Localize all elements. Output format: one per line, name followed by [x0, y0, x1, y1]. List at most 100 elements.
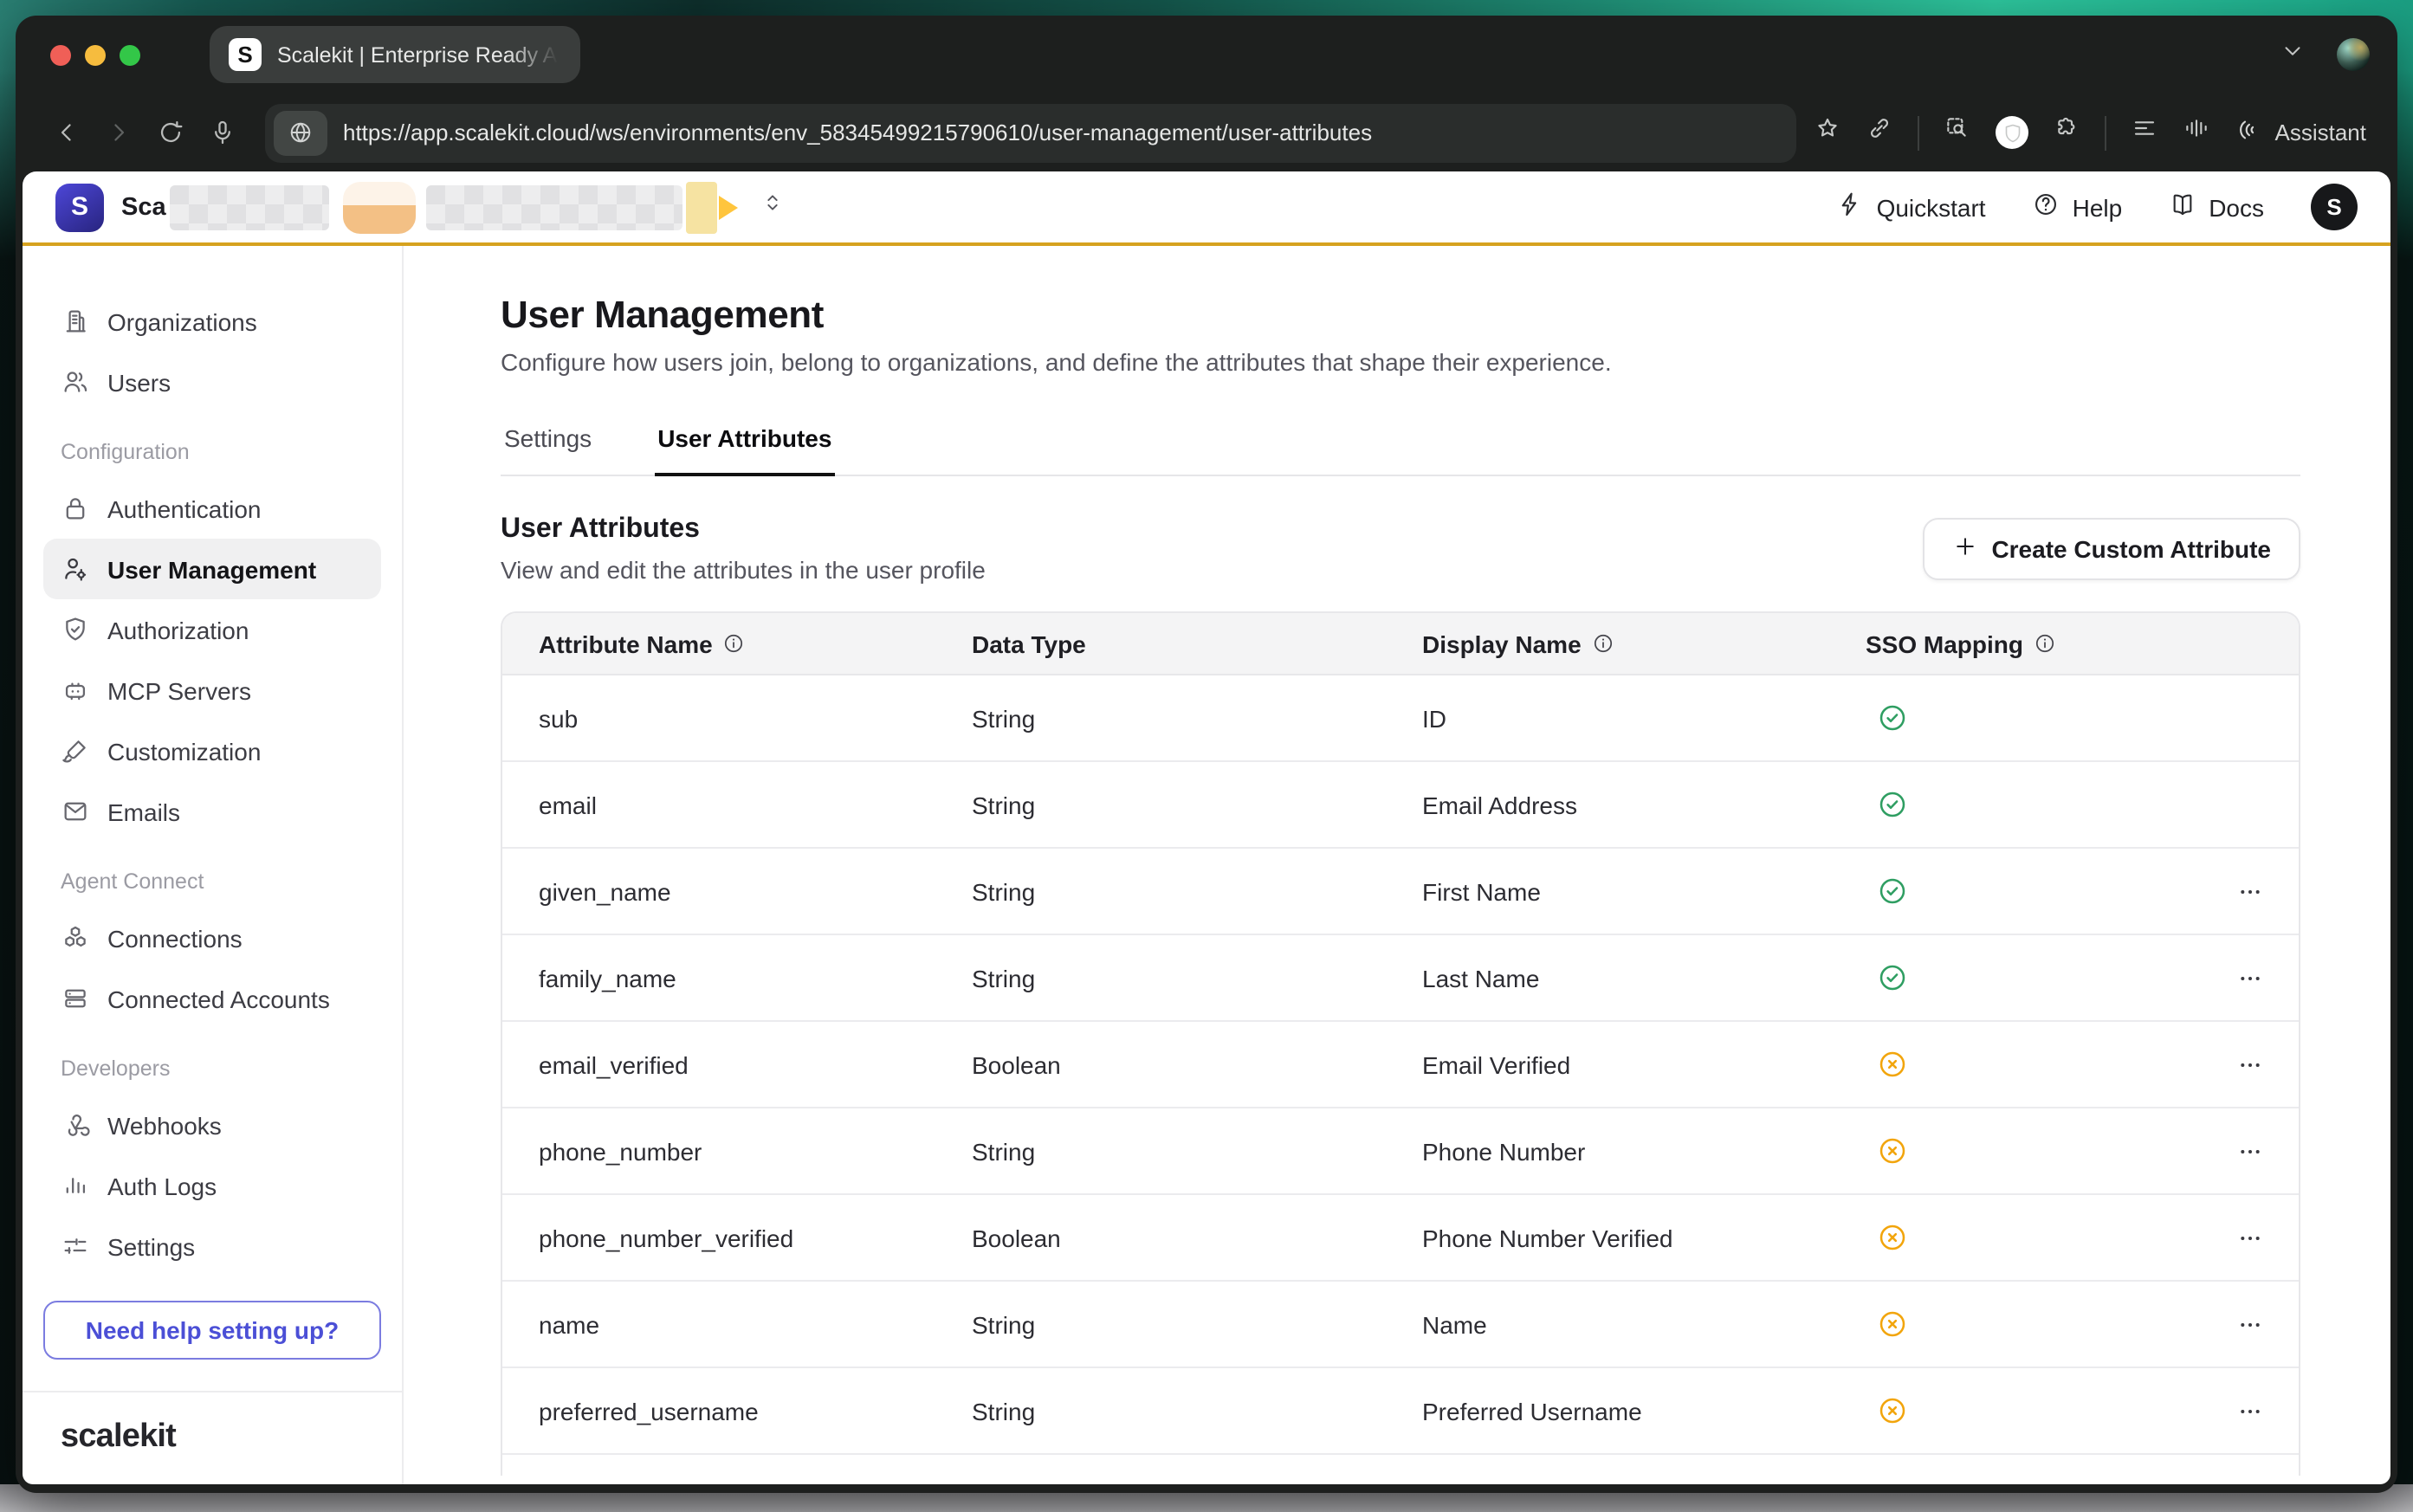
- table-row: email_verifiedBooleanEmail Verified: [502, 1022, 2299, 1108]
- sidebar-item-label: Emails: [107, 798, 180, 825]
- page-subtitle: Configure how users join, belong to orga…: [501, 348, 2300, 376]
- maximize-button[interactable]: [120, 44, 140, 65]
- microphone-icon[interactable]: [196, 107, 248, 158]
- table-row: phone_numberStringPhone Number: [502, 1108, 2299, 1195]
- browser-tab[interactable]: S Scalekit | Enterprise Ready A: [210, 26, 580, 83]
- sidebar-item-label: Users: [107, 368, 171, 396]
- data-type-cell: String: [972, 877, 1422, 905]
- minimize-button[interactable]: [85, 44, 106, 65]
- row-actions-button[interactable]: [2229, 870, 2271, 912]
- waveform-icon[interactable]: [2183, 114, 2211, 151]
- cubes-icon: [61, 923, 90, 953]
- user-attributes-table: Attribute Name Data Type Display Name SS…: [501, 611, 2300, 1476]
- assistant-label: Assistant: [2275, 120, 2367, 145]
- sidebar-item-users[interactable]: Users: [43, 352, 381, 412]
- display-name-cell: Email Verified: [1422, 1050, 1866, 1078]
- bar-chart-icon: [61, 1171, 90, 1200]
- sidebar-item-auth-logs[interactable]: Auth Logs: [43, 1155, 381, 1216]
- docs-button[interactable]: Docs: [2169, 191, 2264, 223]
- warning-triangle-icon: [719, 195, 738, 219]
- chevrons-up-down-icon: [738, 191, 785, 223]
- scalekit-logo: S: [55, 183, 104, 231]
- desktop: S Scalekit | Enterprise Ready A https://…: [0, 0, 2413, 1512]
- bitwarden-extension-icon[interactable]: [1996, 116, 2029, 149]
- help-button[interactable]: Help: [2033, 191, 2123, 223]
- info-icon[interactable]: [723, 632, 746, 655]
- sidebar-item-label: Customization: [107, 737, 261, 765]
- attribute-name-cell: email_verified: [539, 1050, 972, 1078]
- row-actions-button[interactable]: [2229, 1044, 2271, 1085]
- sso-unmapped-x-icon: [1876, 1394, 1909, 1427]
- create-custom-attribute-label: Create Custom Attribute: [1991, 535, 2271, 563]
- sidebar-item-mcp-servers[interactable]: MCP Servers: [43, 660, 381, 720]
- browser-profile-avatar[interactable]: [2337, 38, 2370, 71]
- sidebar-nav: OrganizationsUsersConfigurationAuthentic…: [43, 291, 381, 1276]
- workspace-switcher[interactable]: S Sca: [55, 181, 785, 233]
- reading-list-icon[interactable]: [2132, 114, 2159, 151]
- quickstart-label: Quickstart: [1877, 193, 1986, 221]
- address-bar[interactable]: https://app.scalekit.cloud/ws/environmen…: [265, 103, 1797, 162]
- sso-mapped-check-icon: [1876, 961, 1909, 994]
- sidebar-item-connected-accounts[interactable]: Connected Accounts: [43, 968, 381, 1029]
- sidebar-item-customization[interactable]: Customization: [43, 720, 381, 781]
- assistant-button[interactable]: Assistant: [2235, 116, 2367, 149]
- data-type-cell: String: [972, 791, 1422, 818]
- help-circle-icon: [2033, 191, 2060, 223]
- display-name-cell: ID: [1422, 704, 1866, 732]
- create-custom-attribute-button[interactable]: Create Custom Attribute: [1922, 518, 2300, 580]
- tab-list-chevron-icon[interactable]: [2280, 37, 2306, 72]
- row-actions-button[interactable]: [2229, 957, 2271, 998]
- tab-bar: Settings User Attributes: [501, 407, 2300, 476]
- reload-button[interactable]: [144, 107, 196, 158]
- sidebar-item-connections[interactable]: Connections: [43, 908, 381, 968]
- help-label: Help: [2073, 193, 2123, 221]
- redacted-environment-name: [426, 184, 682, 229]
- browser-window: S Scalekit | Enterprise Ready A https://…: [16, 16, 2397, 1493]
- tab-settings[interactable]: Settings: [501, 407, 595, 476]
- display-name-cell: Phone Number Verified: [1422, 1224, 1866, 1251]
- sso-mapped-check-icon: [1876, 701, 1909, 734]
- info-icon[interactable]: [2034, 632, 2056, 655]
- user-avatar[interactable]: S: [2311, 184, 2358, 230]
- copy-link-icon[interactable]: [1866, 114, 1894, 151]
- sidebar-item-webhooks[interactable]: Webhooks: [43, 1095, 381, 1155]
- sidebar-item-settings[interactable]: Settings: [43, 1216, 381, 1276]
- tab-user-attributes[interactable]: User Attributes: [654, 407, 835, 476]
- extensions-puzzle-icon[interactable]: [2054, 114, 2081, 151]
- table-row: nameStringName: [502, 1282, 2299, 1368]
- sidebar-item-organizations[interactable]: Organizations: [43, 291, 381, 352]
- quickstart-button[interactable]: Quickstart: [1837, 191, 1986, 223]
- column-sso-mapping: SSO Mapping: [1866, 630, 2202, 657]
- section-description: View and edit the attributes in the user…: [501, 556, 986, 584]
- attribute-name-cell: preferred_username: [539, 1397, 972, 1425]
- tab-title: Scalekit | Enterprise Ready A: [277, 42, 557, 67]
- bookmark-star-icon[interactable]: [1815, 114, 1842, 151]
- row-actions-button[interactable]: [2229, 1390, 2271, 1431]
- sidebar-item-authentication[interactable]: Authentication: [43, 478, 381, 539]
- redacted-warning-block: [686, 181, 717, 233]
- sidebar-item-label: Connections: [107, 924, 243, 952]
- row-actions-button[interactable]: [2229, 1303, 2271, 1345]
- back-button[interactable]: [40, 107, 92, 158]
- attribute-name-cell: sub: [539, 704, 972, 732]
- sidebar-item-authorization[interactable]: Authorization: [43, 599, 381, 660]
- sso-mapped-check-icon: [1876, 875, 1909, 908]
- sidebar-item-user-management[interactable]: User Management: [43, 539, 381, 599]
- sidebar-item-label: Connected Accounts: [107, 985, 330, 1012]
- info-icon[interactable]: [1592, 632, 1614, 655]
- table-row: phone_number_verifiedBooleanPhone Number…: [502, 1195, 2299, 1282]
- search-zoom-icon[interactable]: [1944, 114, 1972, 151]
- sliders-icon: [61, 1231, 90, 1261]
- mail-icon: [61, 797, 90, 826]
- site-globe-icon: [274, 110, 327, 155]
- close-button[interactable]: [50, 44, 71, 65]
- need-help-button[interactable]: Need help setting up?: [43, 1301, 381, 1360]
- row-actions-button[interactable]: [2229, 1217, 2271, 1258]
- shield-check-icon: [61, 615, 90, 644]
- sidebar-item-emails[interactable]: Emails: [43, 781, 381, 842]
- sso-unmapped-x-icon: [1876, 1134, 1909, 1167]
- row-actions-button[interactable]: [2229, 1130, 2271, 1172]
- forward-button[interactable]: [92, 107, 144, 158]
- toolbar-divider: [2106, 115, 2107, 150]
- column-display-name: Display Name: [1422, 630, 1866, 657]
